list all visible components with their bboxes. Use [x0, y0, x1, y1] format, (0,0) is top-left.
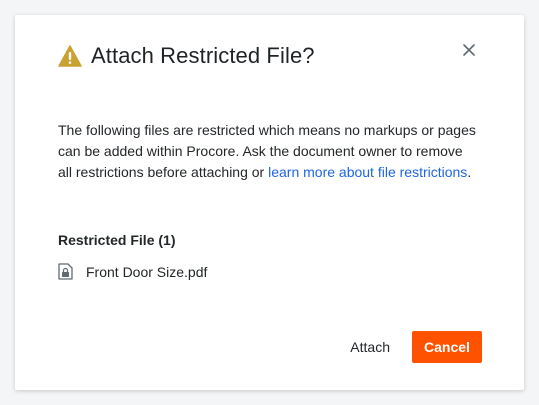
dialog-title: Attach Restricted File?	[91, 43, 315, 68]
message-text-end: .	[467, 164, 472, 180]
learn-more-link[interactable]: learn more about file restrictions	[268, 164, 467, 180]
close-icon[interactable]	[461, 42, 477, 58]
file-name: Front Door Size.pdf	[86, 263, 208, 280]
attach-button[interactable]: Attach	[340, 333, 400, 361]
warning-triangle-icon	[58, 45, 82, 67]
restricted-file-dialog: Attach Restricted File? The following fi…	[15, 15, 524, 390]
dialog-header: Attach Restricted File?	[58, 43, 315, 69]
cancel-button[interactable]: Cancel	[412, 331, 482, 363]
dialog-message: The following files are restricted which…	[58, 120, 478, 183]
restricted-file-heading: Restricted File (1)	[58, 232, 176, 248]
list-item: Front Door Size.pdf	[58, 263, 207, 280]
dialog-footer: Attach Cancel	[340, 331, 482, 363]
locked-file-icon	[58, 263, 73, 280]
